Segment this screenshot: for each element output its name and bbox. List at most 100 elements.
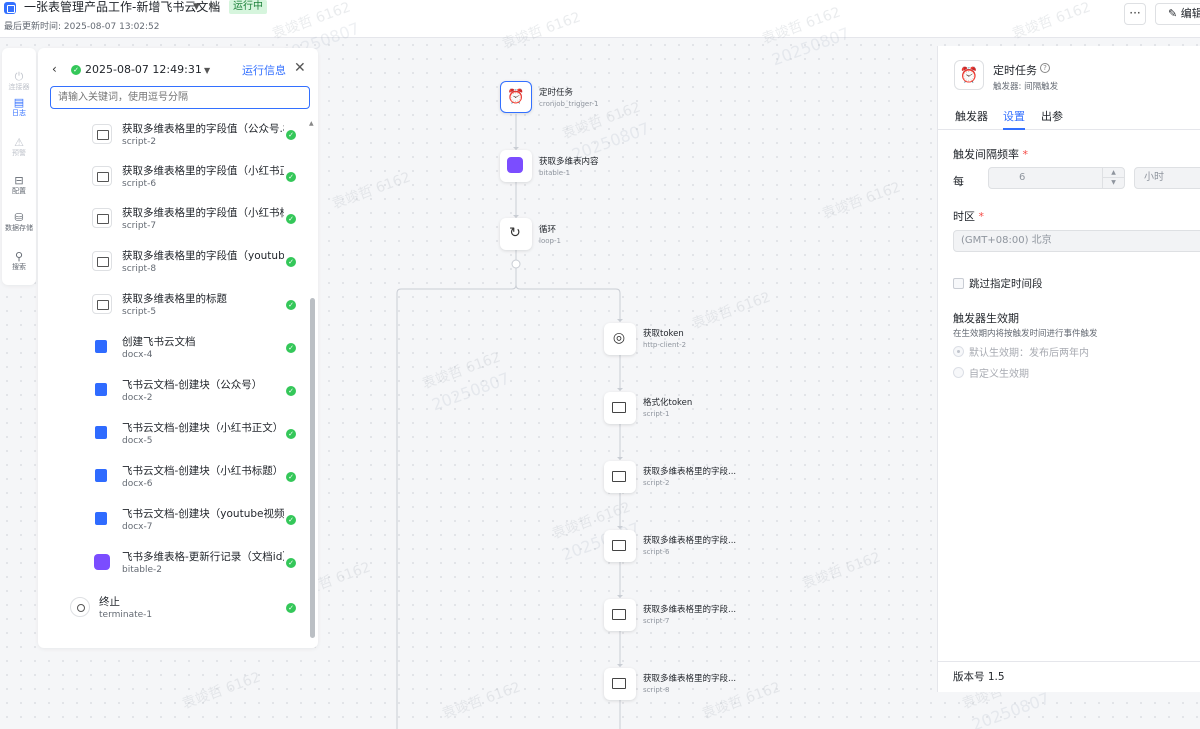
skip-period-checkbox[interactable] <box>953 278 964 289</box>
success-check-icon: ✓ <box>286 386 296 396</box>
log-scrollbar[interactable] <box>310 298 315 638</box>
chevron-down-icon[interactable]: ▼ <box>204 66 210 75</box>
required-mark: * <box>975 210 984 223</box>
http-icon: ◎ <box>612 330 626 346</box>
list-item[interactable]: 获取多维表格里的字段值（小红书标 script-7 ✓ <box>38 200 308 240</box>
log-search-input[interactable] <box>50 86 310 109</box>
success-check-icon: ✓ <box>286 172 296 182</box>
script-icon <box>92 166 112 186</box>
log-node-name: 获取多维表格里的标题 <box>122 293 227 305</box>
interval-unit-select[interactable]: 小时 <box>1134 167 1200 189</box>
run-time[interactable]: 2025-08-07 12:49:31 <box>85 63 202 76</box>
success-check-icon: ✓ <box>286 300 296 310</box>
rail-item-search[interactable]: ⚲ 搜索 <box>2 250 36 272</box>
log-icon: ▤ <box>13 96 25 109</box>
list-item[interactable]: 飞书多维表格-更新行记录（文档id） bitable-2 ✓ <box>38 544 308 584</box>
node-title: 获取多维表格里的字段... <box>643 605 737 615</box>
list-item[interactable]: 获取多维表格里的字段值（youtube视 script-8 ✓ <box>38 243 308 283</box>
bitable-icon <box>500 150 530 180</box>
tab-settings[interactable]: 设置 <box>1003 108 1025 130</box>
rail-item-warning[interactable]: ⚠ 预警 <box>2 136 36 158</box>
list-item[interactable]: 终止 terminate-1 ✓ <box>38 589 308 629</box>
list-item[interactable]: 获取多维表格里的字段值（小红书正 script-6 ✓ <box>38 158 308 198</box>
radio-custom-validity[interactable] <box>953 367 964 378</box>
rail-item-label: 预警 <box>12 149 26 157</box>
log-node-name: 终止 <box>99 596 120 608</box>
success-check-icon: ✓ <box>286 343 296 353</box>
tab-trigger[interactable]: 触发器 <box>955 108 988 124</box>
flow-node-cronjob-trigger[interactable]: ⏰ <box>500 81 532 113</box>
flow-node-http-client[interactable]: ◎ <box>604 323 636 355</box>
list-item[interactable]: 飞书云文档-创建块（小红书正文） docx-5 ✓ <box>38 415 308 455</box>
list-item[interactable]: 获取多维表格里的字段值（公众号.标 script-2 ✓ <box>38 116 308 156</box>
rail-item-label: 数据存储 <box>5 224 33 232</box>
script-icon <box>604 668 634 698</box>
chevron-left-icon[interactable]: ‹ <box>52 62 57 76</box>
radio-default-validity[interactable] <box>953 346 964 357</box>
rail-item-log[interactable]: ▤ 日志 <box>2 93 36 128</box>
log-node-id: script-7 <box>122 221 157 231</box>
interval-input[interactable]: 6 ▲ ▼ <box>988 167 1125 189</box>
plug-icon: ⏻ <box>14 70 24 83</box>
rail-item-label: 搜索 <box>12 263 26 271</box>
list-item[interactable]: 飞书云文档-创建块（公众号） docx-2 ✓ <box>38 372 308 412</box>
chevron-up-icon[interactable]: ▲ <box>1103 168 1124 178</box>
list-item[interactable]: 创建飞书云文档 docx-4 ✓ <box>38 329 308 369</box>
node-title: 格式化token <box>643 398 693 408</box>
log-node-id: script-5 <box>122 307 157 317</box>
script-icon <box>92 208 112 228</box>
log-node-id: docx-2 <box>122 393 153 403</box>
log-node-name: 创建飞书云文档 <box>122 336 196 348</box>
node-id: cronjob_trigger-1 <box>539 100 599 108</box>
success-check-icon: ✓ <box>71 65 81 75</box>
flow-node-script[interactable] <box>604 599 636 631</box>
version-value: 1.5 <box>987 671 1005 683</box>
timezone-select[interactable]: (GMT+08:00) 北京 <box>953 230 1200 252</box>
help-icon[interactable]: ? <box>1040 63 1050 73</box>
docx-icon <box>92 423 112 443</box>
log-node-id: docx-4 <box>122 350 153 360</box>
chevron-down-icon[interactable]: ▼ <box>1103 178 1124 188</box>
log-node-name: 获取多维表格里的字段值（youtube视 <box>122 250 284 262</box>
success-check-icon: ✓ <box>286 472 296 482</box>
success-check-icon: ✓ <box>286 603 296 613</box>
log-node-id: terminate-1 <box>99 610 153 620</box>
list-item[interactable]: 飞书云文档-创建块（小红书标题） docx-6 ✓ <box>38 458 308 498</box>
list-item[interactable]: 获取多维表格里的标题 script-5 ✓ <box>38 286 308 326</box>
rail-item-label: 配置 <box>12 187 26 195</box>
list-item[interactable]: 飞书云文档-创建块（youtube视频脚 docx-7 ✓ <box>38 501 308 541</box>
node-id: loop-1 <box>539 237 561 245</box>
success-check-icon: ✓ <box>286 515 296 525</box>
rail-item-config[interactable]: ⊟ 配置 <box>2 174 36 196</box>
flow-node-script[interactable] <box>604 461 636 493</box>
rail-item-storage[interactable]: ⛁ 数据存储 <box>2 211 36 233</box>
tab-output[interactable]: 出参 <box>1041 108 1063 124</box>
radio-custom-label: 自定义生效期 <box>969 369 1029 380</box>
settings-subtitle: 触发器: 间隔触发 <box>993 82 1059 92</box>
search-icon: ⚲ <box>14 250 24 263</box>
log-node-name: 飞书云文档-创建块（youtube视频脚 <box>122 508 284 520</box>
flow-node-script[interactable] <box>604 668 636 700</box>
flow-node-script[interactable] <box>604 530 636 562</box>
rail-item-label: 日志 <box>12 109 26 117</box>
scroll-up-icon[interactable]: ▲ <box>309 120 314 127</box>
flow-node-bitable[interactable] <box>500 150 532 182</box>
log-node-name: 获取多维表格里的字段值（小红书标 <box>122 207 284 219</box>
flow-node-script[interactable] <box>604 392 636 424</box>
run-info-link[interactable]: 运行信息 <box>242 62 286 78</box>
close-icon[interactable]: ✕ <box>294 60 306 76</box>
interval-stepper[interactable]: ▲ ▼ <box>1102 168 1124 188</box>
validity-label: 触发器生效期 <box>953 312 1019 325</box>
radio-default-label: 默认生效期：发布后两年内 <box>969 348 1089 359</box>
timezone-label: 时区 * <box>953 208 984 224</box>
node-title: 获取多维表格里的字段... <box>643 536 737 546</box>
success-check-icon: ✓ <box>286 214 296 224</box>
log-node-name: 飞书云文档-创建块（小红书标题） <box>122 465 284 477</box>
log-node-name: 飞书云文档-创建块（公众号） <box>122 379 263 391</box>
skip-period-label: 跳过指定时间段 <box>969 278 1043 290</box>
interval-value: 6 <box>1019 172 1026 183</box>
rail-item-connector[interactable]: ⏻ 连接器 <box>2 70 36 92</box>
docx-icon <box>92 466 112 486</box>
flow-node-loop[interactable]: ↻ <box>500 218 532 250</box>
loop-icon: ↻ <box>509 225 521 241</box>
